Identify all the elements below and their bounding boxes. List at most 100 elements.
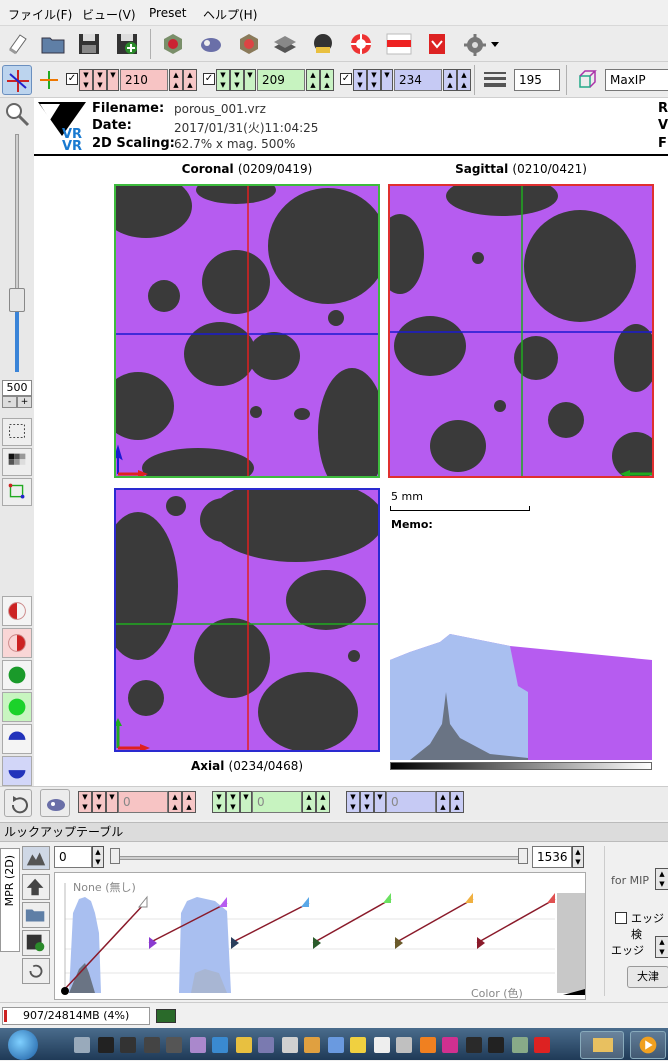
taskbar-app2-icon[interactable]	[236, 1037, 252, 1053]
half-sphere-left-icon[interactable]	[2, 596, 32, 626]
mpr-2d-tab[interactable]: MPR (2D)	[0, 848, 20, 952]
menu-preset[interactable]: Preset	[149, 6, 186, 20]
lut-open-folder-icon[interactable]	[22, 902, 50, 928]
taskbar-app1-icon[interactable]	[190, 1037, 206, 1053]
lut-max-input[interactable]: 1536	[532, 846, 572, 868]
save-add-icon[interactable]	[112, 29, 142, 59]
taskbar-app9-icon[interactable]	[396, 1037, 412, 1053]
lut-reset-icon[interactable]	[22, 958, 50, 984]
taskbar-app14-icon[interactable]	[534, 1037, 550, 1053]
z-slice-checkbox[interactable]: ✓	[340, 73, 352, 85]
arrow-up-icon[interactable]	[22, 874, 50, 900]
eraser-icon[interactable]	[4, 29, 34, 59]
histogram-panel[interactable]	[390, 626, 652, 770]
sphere-green-active-icon[interactable]	[2, 692, 32, 722]
z-step-up-large[interactable]: ▲ ▲	[457, 69, 471, 91]
edge-detect-checkbox[interactable]	[615, 912, 627, 924]
v3-step-up[interactable]: ▲ ▲	[436, 791, 450, 813]
lut-min-spinner[interactable]: ▲ ▼	[92, 846, 104, 868]
thickness-input[interactable]: 195	[514, 69, 560, 91]
thickness-icon[interactable]	[480, 65, 510, 95]
crosshair-3d-icon[interactable]	[2, 65, 32, 95]
taskbar-vr-icon[interactable]	[212, 1037, 228, 1053]
v3-dropdown[interactable]: ▼	[374, 791, 386, 813]
taskbar-cmd-icon[interactable]	[98, 1037, 114, 1053]
v3-step-down-small[interactable]: ▼ ▼	[360, 791, 374, 813]
z-step-down-small[interactable]: ▼ ▼	[367, 69, 381, 91]
y-step-down-small[interactable]: ▼ ▼	[230, 69, 244, 91]
taskbar-console-icon[interactable]	[144, 1037, 160, 1053]
v1-step-up-large[interactable]: ▲ ▲	[182, 791, 196, 813]
taskbar-app13-icon[interactable]	[512, 1037, 528, 1053]
sphere-green-icon[interactable]	[2, 660, 32, 690]
y-step-down[interactable]: ▼ ▼	[216, 69, 230, 91]
histogram-tool-icon[interactable]	[22, 846, 50, 870]
taskbar-explorer-button[interactable]	[580, 1031, 624, 1059]
taskbar-terminal-icon[interactable]	[120, 1037, 136, 1053]
taskbar-calculator-icon[interactable]	[74, 1037, 90, 1053]
y-slice-input[interactable]: 209	[257, 69, 305, 91]
taskbar-vnc-icon[interactable]	[488, 1037, 504, 1053]
coronal-view[interactable]	[114, 184, 380, 478]
x-slice-input[interactable]: 210	[120, 69, 168, 91]
x-slice-checkbox[interactable]: ✓	[66, 73, 78, 85]
taskbar-app8-icon[interactable]	[374, 1037, 390, 1053]
taskbar-app5-icon[interactable]	[304, 1037, 320, 1053]
open-folder-icon[interactable]	[38, 29, 68, 59]
y-step-dropdown[interactable]: ▼	[244, 69, 256, 91]
lut-min-input[interactable]: 0	[54, 846, 92, 868]
v1-step-down-small[interactable]: ▼ ▼	[92, 791, 106, 813]
settings-gear-icon[interactable]	[460, 29, 490, 59]
volume-tool-1-icon[interactable]	[158, 29, 188, 59]
axial-view[interactable]	[114, 488, 380, 752]
menu-help[interactable]: ヘルプ(H)	[203, 6, 257, 23]
zoom-plus-button[interactable]: +	[17, 396, 32, 408]
lut-range-slider[interactable]	[114, 856, 526, 860]
v3-step-up-large[interactable]: ▲ ▲	[450, 791, 464, 813]
menu-view[interactable]: ビュー(V)	[82, 6, 136, 23]
zoom-minus-button[interactable]: -	[2, 396, 17, 408]
v2-step-down-small[interactable]: ▼ ▼	[226, 791, 240, 813]
grayscale-icon[interactable]	[2, 448, 32, 476]
v2-step-down[interactable]: ▼ ▼	[212, 791, 226, 813]
taskbar-app6-icon[interactable]	[328, 1037, 344, 1053]
zoom-value[interactable]: 500	[2, 380, 32, 396]
sagittal-view[interactable]	[388, 184, 654, 478]
half-sphere-bottom-icon[interactable]	[2, 756, 32, 786]
otsu-button[interactable]: 大津	[627, 966, 668, 988]
lut-save-add-icon[interactable]	[22, 930, 50, 956]
half-sphere-top-icon[interactable]	[2, 724, 32, 754]
crosshair-icon[interactable]	[34, 65, 64, 95]
toshiba-logo-icon[interactable]	[384, 29, 414, 59]
helmet-icon[interactable]	[308, 29, 338, 59]
z-step-dropdown[interactable]: ▼	[381, 69, 393, 91]
edge-spinner[interactable]: ▲ ▼	[655, 936, 668, 958]
volume-tool-2-icon[interactable]	[196, 29, 226, 59]
taskbar-shell-icon[interactable]	[166, 1037, 182, 1053]
taskbar-app4-icon[interactable]	[282, 1037, 298, 1053]
stack-icon[interactable]	[270, 29, 300, 59]
z-step-down[interactable]: ▼ ▼	[353, 69, 367, 91]
v1-step-up[interactable]: ▲ ▲	[168, 791, 182, 813]
x-step-up-large[interactable]: ▲ ▲	[183, 69, 197, 91]
lut-range-max-thumb[interactable]	[518, 848, 528, 864]
fit-view-icon[interactable]	[2, 418, 32, 446]
lut-range-min-thumb[interactable]	[110, 848, 120, 864]
y-step-up-large[interactable]: ▲ ▲	[320, 69, 334, 91]
taskbar-app12-icon[interactable]	[466, 1037, 482, 1053]
taskbar-media-button[interactable]	[630, 1031, 666, 1059]
v2-step-up[interactable]: ▲ ▲	[302, 791, 316, 813]
cube-render-icon[interactable]	[572, 65, 602, 95]
bookmark-icon[interactable]	[422, 29, 452, 59]
v3-input[interactable]: 0	[386, 791, 436, 813]
v1-dropdown[interactable]: ▼	[106, 791, 118, 813]
v1-step-down[interactable]: ▼ ▼	[78, 791, 92, 813]
z-step-up[interactable]: ▲ ▲	[443, 69, 457, 91]
lut-max-spinner[interactable]: ▲ ▼	[572, 846, 584, 868]
zoom-slider-thumb[interactable]	[9, 288, 25, 312]
dropdown-arrow-icon[interactable]	[488, 29, 502, 59]
lifebuoy-icon[interactable]	[346, 29, 376, 59]
lut-graph[interactable]: None (無し) Color (色)	[54, 872, 586, 1000]
reset-rotation-icon[interactable]	[4, 789, 32, 817]
v3-step-down[interactable]: ▼ ▼	[346, 791, 360, 813]
